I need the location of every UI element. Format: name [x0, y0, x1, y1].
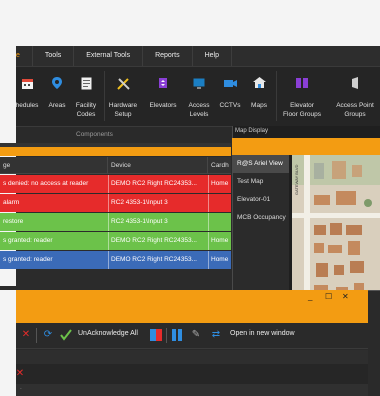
background-window-edge [0, 290, 16, 396]
column-header-cardholder[interactable]: Cardh [208, 157, 231, 174]
floating-window-toolbar: ✕ ⟳ UnAcknowledge All ✎ ⇄ Open in new wi… [16, 323, 368, 349]
tools-icon [116, 76, 130, 90]
elevator-group-icon [295, 76, 309, 90]
table-cell-device: DEMO RC2 Right RC24353... [111, 256, 197, 263]
floating-window-icon-row: ✕ [16, 364, 368, 384]
elevator-floor-groups-label: Elevator Floor Groups [283, 102, 321, 118]
menu-item-help[interactable]: Help [193, 46, 233, 66]
elevator-icon [156, 76, 170, 90]
table-cell-message: s denied: no access at reader [3, 180, 89, 187]
maps-label: Maps [251, 102, 267, 109]
map-display-header [232, 138, 380, 155]
table-cell-card: Home [211, 256, 229, 263]
table-cell-device: RC2 4353-1\Input 3 [111, 199, 168, 206]
monitor-icon [192, 76, 206, 90]
table-cell-card: Home [211, 237, 229, 244]
access-levels-button[interactable]: Access Levels [184, 67, 214, 127]
hardware-setup-button[interactable]: Hardware Setup [106, 67, 140, 127]
ribbon-group-label: Components [76, 131, 113, 138]
table-cell-device: RC2 4353-1\Input 3 [111, 218, 168, 225]
column-header-message[interactable]: ge [0, 157, 108, 174]
cctvs-button[interactable]: CCTVs [216, 67, 244, 127]
table-cell-card: Home [211, 180, 229, 187]
access-point-groups-label: Access Point Groups [336, 102, 374, 118]
menu-item-tools[interactable]: Tools [33, 46, 75, 66]
table-row[interactable]: s granted: reader DEMO RC2 Right RC24353.… [0, 232, 231, 250]
background-window [0, 0, 380, 46]
table-row[interactable]: s denied: no access at reader DEMO RC2 Ri… [0, 175, 231, 193]
grid-header: ge Device Cardh [0, 157, 231, 174]
areas-button[interactable]: Areas [46, 67, 68, 127]
columns-icon[interactable] [172, 329, 184, 341]
table-row[interactable]: restore RC2 4353-1\Input 3 [0, 213, 231, 231]
column-header-device[interactable]: Device [108, 157, 208, 174]
schedules-label: hedules [15, 102, 39, 109]
table-row[interactable]: s granted: reader DEMO RC2 Right RC24353.… [0, 251, 231, 269]
elevator-floor-groups-button[interactable]: Elevator Floor Groups [280, 67, 324, 127]
events-panel-header [0, 147, 231, 156]
access-point-icon [348, 76, 362, 90]
hardware-setup-label: Hardware Setup [108, 102, 138, 118]
map-display-title: Map Display [235, 128, 269, 134]
map-list-item[interactable]: Elevator-01 [233, 191, 289, 209]
acknowledge-icon [60, 329, 72, 341]
minimize-button[interactable]: _ [308, 292, 312, 301]
map-list-item[interactable]: R@S Ariel View [233, 155, 289, 173]
table-cell-message: s granted: reader [3, 237, 53, 244]
menu-item-home[interactable]: e [16, 46, 33, 66]
camera-icon [223, 76, 237, 90]
table-cell-device: DEMO RC2 Right RC24353... [111, 237, 197, 244]
floating-window-strip [16, 350, 368, 364]
access-levels-label: Access Levels [188, 102, 210, 118]
areas-label: Areas [48, 102, 66, 109]
table-cell-card [208, 213, 231, 231]
map-list-item[interactable]: Test Map [233, 173, 289, 191]
close-button[interactable]: ✕ [342, 292, 349, 301]
map-icon [252, 76, 266, 90]
ribbon-toolbar: hedules Areas Facility Codes Hardware Se… [16, 66, 380, 126]
table-cell-message: s granted: reader [3, 256, 53, 263]
ribbon-group-bar [16, 126, 232, 143]
table-cell-card [208, 194, 231, 212]
remove-icon[interactable]: ✕ [14, 368, 26, 380]
floating-window-subheader [16, 307, 368, 323]
flag-icon[interactable] [150, 329, 162, 341]
location-pin-icon [50, 76, 64, 90]
access-point-groups-button[interactable]: Access Point Groups [330, 67, 380, 127]
table-row[interactable]: alarm RC2 4353-1\Input 3 [0, 194, 231, 212]
refresh-icon[interactable]: ⟳ [42, 329, 54, 341]
open-new-window-button[interactable]: Open in new window [230, 330, 295, 337]
elevators-label: Elevators [149, 102, 177, 109]
table-cell-device: DEMO RC2 Right RC24353... [111, 180, 197, 187]
table-cell-message: restore [3, 218, 24, 225]
cctvs-label: CCTVs [219, 102, 241, 109]
schedules-button[interactable]: hedules [10, 67, 44, 127]
facility-codes-label: Facility Codes [75, 102, 97, 118]
menu-item-external-tools[interactable]: External Tools [74, 46, 144, 66]
delete-icon[interactable]: ✕ [20, 329, 32, 341]
table-cell-message: alarm [3, 199, 20, 206]
menu-item-reports[interactable]: Reports [143, 46, 193, 66]
window-controls: _ ☐ ✕ [308, 290, 368, 307]
maps-button[interactable]: Maps [246, 67, 272, 127]
map-list-item[interactable]: MCB Occupancy [233, 209, 289, 227]
maximize-button[interactable]: ☐ [325, 292, 332, 301]
unacknowledge-all-button[interactable]: UnAcknowledge All [78, 330, 138, 337]
elevators-button[interactable]: Elevators [144, 67, 182, 127]
sync-icon[interactable]: ⇄ [210, 329, 222, 341]
map-street-label: GATEWAY BLVD [294, 164, 299, 195]
floating-grid-header: · [16, 384, 368, 396]
menu-bar: e Tools External Tools Reports Help [16, 46, 380, 66]
facility-codes-button[interactable]: Facility Codes [72, 67, 100, 127]
map-list: R@S Ariel View Test Map Elevator-01 MCB … [233, 155, 289, 295]
edit-icon[interactable]: ✎ [190, 329, 202, 341]
document-icon [79, 76, 93, 90]
calendar-icon [20, 76, 34, 90]
